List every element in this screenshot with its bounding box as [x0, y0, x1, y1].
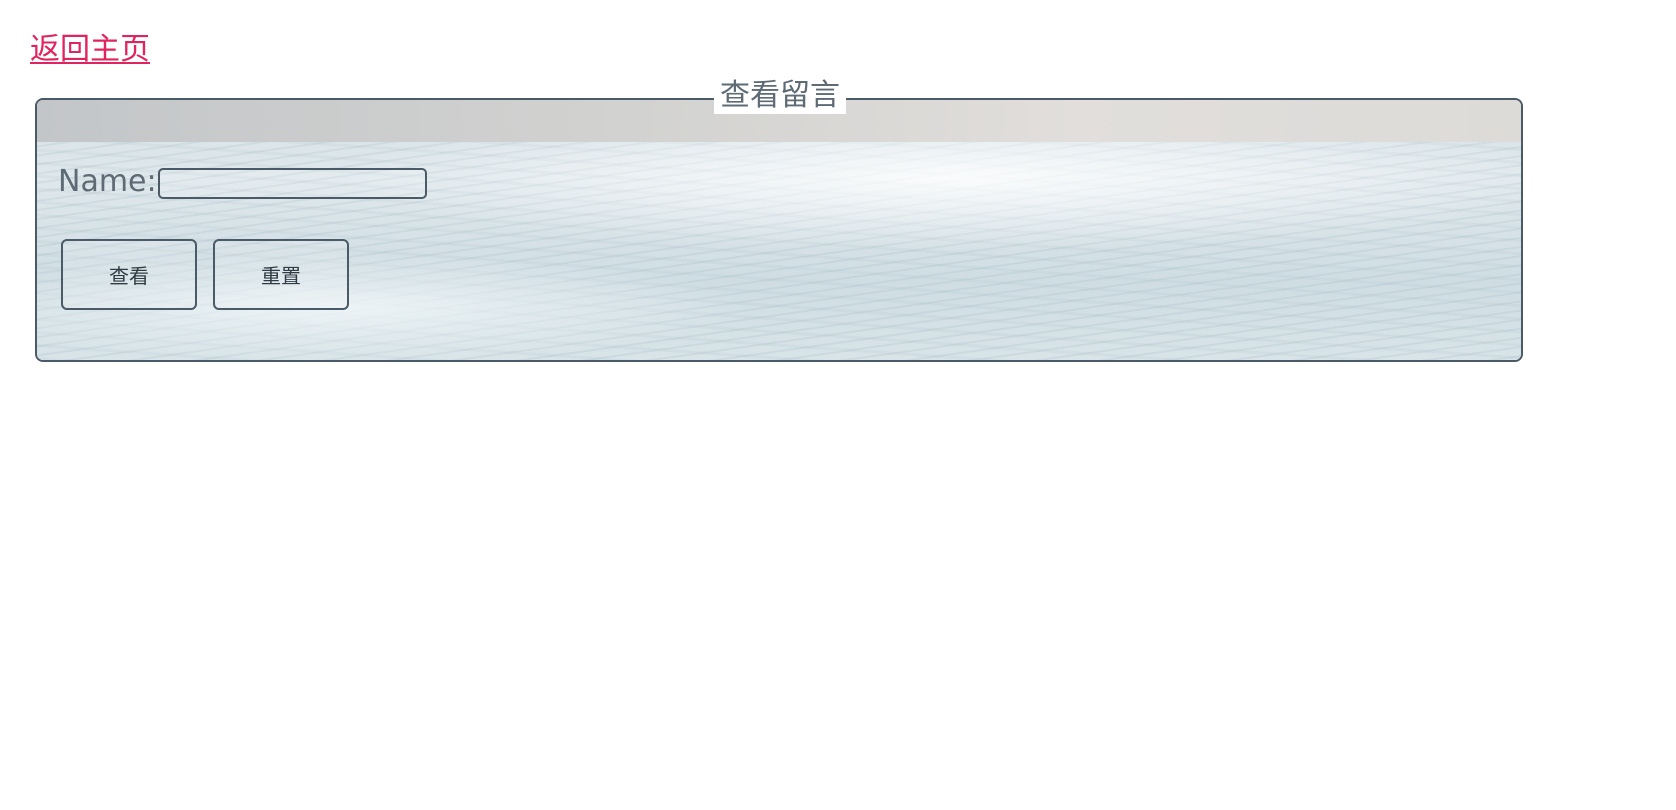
- reset-button[interactable]: 重置: [213, 239, 349, 310]
- name-input[interactable]: [158, 168, 427, 199]
- view-messages-fieldset: [35, 98, 1523, 362]
- fieldset-legend: 查看留言: [714, 78, 846, 114]
- view-button-label: 查看: [109, 264, 149, 288]
- view-button[interactable]: 查看: [61, 239, 197, 310]
- home-link[interactable]: 返回主页: [30, 30, 150, 70]
- reset-button-label: 重置: [261, 264, 301, 288]
- name-label: Name:: [58, 164, 157, 199]
- sea-background-image: [37, 100, 1521, 360]
